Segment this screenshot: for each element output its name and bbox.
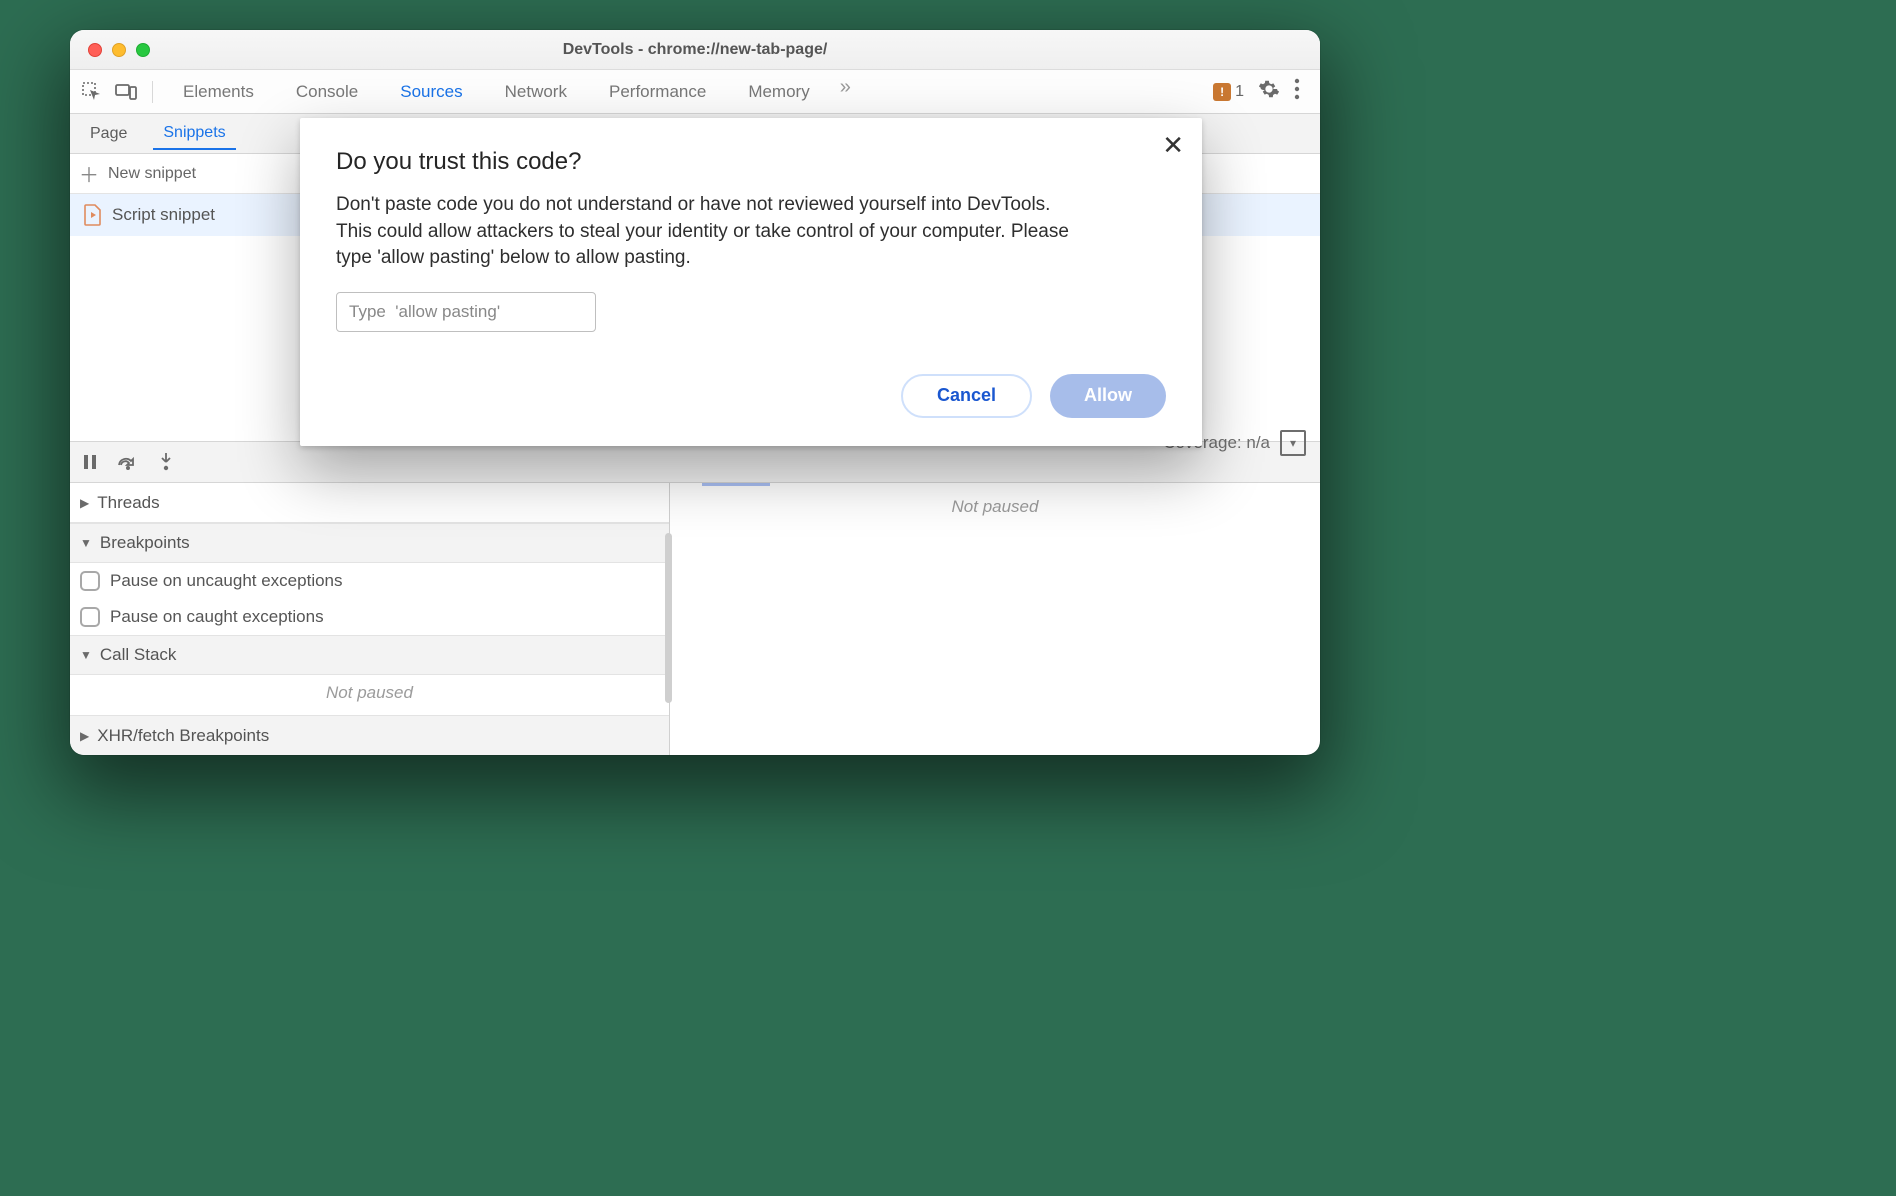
debugger-panes: ▶ Threads ▼ Breakpoints Pause on uncaugh… — [70, 483, 1320, 755]
warning-count: 1 — [1235, 83, 1244, 101]
main-toolbar: Elements Console Sources Network Perform… — [70, 70, 1320, 114]
collapse-icon: ▶ — [80, 496, 89, 510]
section-xhr-fetch[interactable]: ▶ XHR/fetch Breakpoints — [70, 715, 669, 755]
window-title: DevTools - chrome://new-tab-page/ — [70, 41, 1320, 59]
expand-icon: ▼ — [80, 648, 92, 662]
cancel-button[interactable]: Cancel — [901, 374, 1032, 418]
kebab-menu-icon[interactable] — [1294, 78, 1300, 105]
section-threads[interactable]: ▶ Threads — [70, 483, 669, 523]
debugger-left-pane: ▶ Threads ▼ Breakpoints Pause on uncaugh… — [70, 483, 670, 755]
section-call-stack[interactable]: ▼ Call Stack — [70, 635, 669, 675]
new-snippet-label: New snippet — [108, 165, 196, 183]
pause-caught-label: Pause on caught exceptions — [110, 607, 324, 627]
breakpoints-label: Breakpoints — [100, 533, 190, 553]
tab-elements[interactable]: Elements — [171, 76, 266, 108]
step-over-icon[interactable] — [116, 450, 140, 474]
snippet-file-icon — [84, 204, 102, 226]
warning-icon: ! — [1213, 83, 1231, 101]
call-stack-not-paused: Not paused — [70, 675, 669, 715]
collapse-icon: ▶ — [80, 729, 89, 743]
expand-icon: ▼ — [80, 536, 92, 550]
dialog-title: Do you trust this code? — [336, 148, 1166, 176]
dialog-close-button[interactable]: ✕ — [1162, 132, 1184, 158]
debugger-toolbar — [70, 441, 1320, 483]
pause-uncaught-row[interactable]: Pause on uncaught exceptions — [70, 563, 669, 599]
warning-badge[interactable]: ! 1 — [1213, 83, 1244, 101]
pause-icon[interactable] — [78, 450, 102, 474]
dialog-body: Don't paste code you do not understand o… — [336, 192, 1076, 272]
tab-sources[interactable]: Sources — [388, 76, 474, 108]
device-toolbar-icon[interactable] — [112, 78, 140, 106]
tab-console[interactable]: Console — [284, 76, 370, 108]
allow-pasting-input[interactable] — [336, 292, 596, 332]
allow-button[interactable]: Allow — [1050, 374, 1166, 418]
panel-tabs: Elements Console Sources Network Perform… — [165, 76, 1207, 108]
trust-code-dialog: ✕ Do you trust this code? Don't paste co… — [300, 118, 1202, 446]
pause-caught-row[interactable]: Pause on caught exceptions — [70, 599, 669, 635]
xhr-fetch-label: XHR/fetch Breakpoints — [97, 726, 269, 746]
titlebar: DevTools - chrome://new-tab-page/ — [70, 30, 1320, 70]
snippet-item-label: Script snippet — [112, 205, 215, 225]
pause-uncaught-label: Pause on uncaught exceptions — [110, 571, 343, 591]
checkbox-caught[interactable] — [80, 607, 100, 627]
right-not-paused: Not paused — [670, 483, 1320, 517]
subtab-snippets[interactable]: Snippets — [153, 118, 235, 150]
subtab-page[interactable]: Page — [80, 119, 137, 149]
call-stack-label: Call Stack — [100, 645, 177, 665]
debugger-right-pane: Not paused — [670, 483, 1320, 755]
inspect-element-icon[interactable] — [78, 78, 106, 106]
section-breakpoints[interactable]: ▼ Breakpoints — [70, 523, 669, 563]
coverage-dropdown-icon[interactable] — [1280, 430, 1306, 456]
tab-performance[interactable]: Performance — [597, 76, 718, 108]
tab-memory[interactable]: Memory — [736, 76, 821, 108]
tab-network[interactable]: Network — [493, 76, 579, 108]
threads-label: Threads — [97, 493, 159, 513]
settings-icon[interactable] — [1258, 78, 1280, 105]
devtools-window: DevTools - chrome://new-tab-page/ Elemen… — [70, 30, 1320, 755]
checkbox-uncaught[interactable] — [80, 571, 100, 591]
plus-icon: ＋ — [78, 159, 100, 188]
more-tabs-icon[interactable]: » — [840, 76, 851, 108]
step-into-icon[interactable] — [154, 450, 178, 474]
